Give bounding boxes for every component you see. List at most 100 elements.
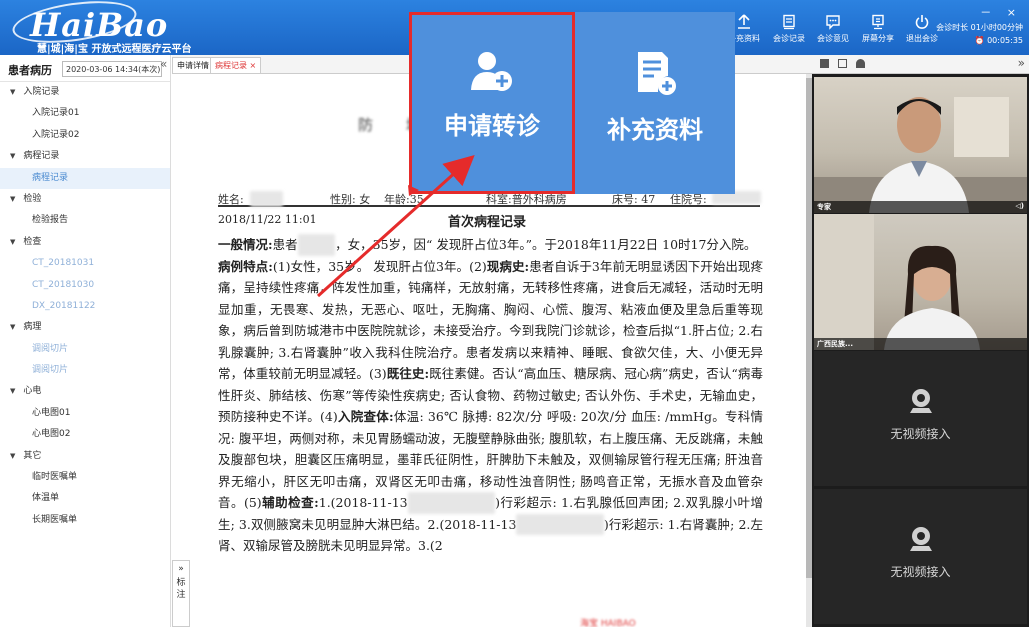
tree-group[interactable]: ▼ 入院记录 [0, 82, 170, 103]
sidebar-title: 患者病历 [8, 64, 52, 77]
record-text: 患者自诉于3年前无明显诱因下开始出现疼痛，呈持续性疼痛，阵发性加重，钝痛样，无放… [218, 258, 763, 382]
panel-expand-button[interactable]: » [1018, 56, 1025, 70]
highlight-box [409, 12, 575, 194]
caret-down-icon: ▼ [10, 451, 16, 460]
tree-group-label: 入院记录 [23, 87, 60, 97]
mute-icon[interactable]: ◁) [1015, 202, 1024, 210]
upload-icon [738, 14, 750, 29]
name-value: 某某某 [250, 191, 283, 207]
tree-group-label: 心电 [23, 386, 42, 397]
tree-item[interactable]: 调阅切片 [0, 360, 170, 381]
toolbar-label: 退出会诊 [906, 34, 938, 43]
caret-down-icon: ▼ [10, 237, 16, 246]
tree-item[interactable]: 病程记录 [0, 167, 170, 189]
toolbar-label: 会诊记录 [773, 34, 805, 43]
tree-group[interactable]: ▼ 其它 [0, 446, 170, 467]
toolbar-label: 屏幕分享 [862, 34, 894, 43]
session-clock: ⏰ 00:05:35 [974, 36, 1023, 45]
tree-item[interactable]: 长期医嘱单 [0, 510, 170, 531]
caret-down-icon: ▼ [10, 152, 16, 161]
tab-apply-detail[interactable]: 申请详情 [172, 57, 214, 73]
layout-grid-icon[interactable] [838, 59, 847, 68]
tree-group-label: 其它 [23, 450, 42, 461]
section-label: 现病史: [486, 258, 530, 274]
sidebar-collapse-button[interactable]: « [160, 57, 167, 71]
tree-item[interactable]: 心电图02 [0, 424, 170, 445]
tree-item[interactable]: CT_20181031 [0, 253, 170, 274]
record-paragraph: 一般情况:患者某某某，女，35岁，因“ 发现肝占位3年。”。于2018年11月2… [218, 234, 763, 256]
video-label: 专家 ◁) [814, 201, 1027, 213]
chat-icon [826, 15, 840, 30]
tree-group-label: 检查 [23, 236, 42, 247]
window-controls[interactable]: － × [980, 4, 1022, 20]
tree-group[interactable]: ▼ 心电 [0, 381, 170, 402]
no-video-label: 无视频接入 [890, 427, 951, 441]
record-title: 首次病程记录 [448, 215, 527, 230]
gender: 性别: 女 [330, 193, 371, 206]
video-label: 广西民族... [814, 338, 1027, 350]
tree-group[interactable]: ▼ 检验 [0, 189, 170, 210]
section-label: 一般情况: [218, 237, 273, 252]
tree-item[interactable]: DX_20181122 [0, 296, 170, 317]
redacted-text: 防城港市中医院 [516, 513, 604, 535]
redacted-text: 防城港市中医院 [407, 492, 496, 514]
redacted-text: 某某某 [297, 234, 336, 256]
record-text: 患者 [272, 237, 298, 252]
annotation-label: 标注 [176, 578, 186, 600]
tree-item[interactable]: 入院记录01 [0, 103, 170, 124]
annotation-expand-icon: » [178, 564, 184, 574]
watermark-logo: 海宝 HAIBAO [580, 619, 636, 627]
empty-video-tile: 无视频接入 [814, 351, 1027, 486]
tree-item[interactable]: 心电图01 [0, 403, 170, 424]
toolbar-label: 会诊意见 [817, 34, 849, 43]
section-label: 辅助检查: [261, 495, 319, 510]
sidebar-header: 患者病历 2020-03-06 14:34(本次) ▾ « [0, 55, 170, 82]
supplement-data-label: 补充资料 [607, 116, 703, 144]
tree-item[interactable]: 调阅切片 [0, 339, 170, 360]
tree-item[interactable]: CT_20181030 [0, 275, 170, 296]
no-video-icon [909, 389, 932, 413]
tree-item[interactable]: 检验报告 [0, 210, 170, 231]
tree-item[interactable]: 入院记录02 [0, 125, 170, 146]
name-label: 姓名: [218, 193, 244, 206]
zoomed-action-callout: 申请转诊 补充资料 [409, 12, 735, 194]
tree-item[interactable]: 体温单 [0, 488, 170, 509]
annotation-toggle[interactable]: » 标注 [172, 560, 190, 627]
tagline: 慧|城|海|宝 开放式远程医疗云平台 [37, 44, 192, 55]
tree-group[interactable]: ▼ 病程记录 [0, 146, 170, 167]
tree-item[interactable]: 临时医嘱单 [0, 467, 170, 488]
record-text: 1.(2018-11-13 [318, 495, 408, 510]
supplement-data-button[interactable]: 补充资料 [575, 12, 735, 194]
tree-group[interactable]: ▼ 病理 [0, 317, 170, 338]
record-date: 2018/11/22 11:01 [218, 213, 317, 226]
video-panel: » 专家 ◁) 广西民族... 无视频接入 无视频接入 [812, 55, 1029, 627]
record-date-select[interactable]: 2020-03-06 14:34(本次) ▾ [62, 61, 162, 77]
section-label: 入院查体: [337, 409, 394, 424]
record-body: 一般情况:患者某某某，女，35岁，因“ 发现肝占位3年。”。于2018年11月2… [218, 234, 763, 557]
section-label: 既往史: [386, 366, 430, 381]
power-icon [915, 15, 929, 29]
video-tile-expert[interactable]: 专家 ◁) [814, 77, 1027, 213]
expert-video-feed [814, 97, 1027, 213]
no-video-icon [909, 527, 932, 551]
tab-progress-record[interactable]: 病程记录 × [210, 57, 262, 73]
add-document-icon [638, 52, 676, 95]
video-tile-hospital[interactable]: 广西民族... [814, 214, 1027, 350]
record-text: (1)女性，35岁。 发现肝占位3年。(2) [272, 258, 487, 274]
record-sidebar: 患者病历 2020-03-06 14:34(本次) ▾ « ▼ 入院记录入院记录0… [0, 55, 171, 627]
record-text: ，女，35岁，因“ 发现肝占位3年。”。于2018年11月22日 10时17分入… [335, 237, 757, 252]
participant-icon[interactable] [856, 59, 865, 68]
caret-down-icon: ▼ [10, 194, 16, 203]
tree-group[interactable]: ▼ 检查 [0, 232, 170, 253]
caret-down-icon: ▼ [10, 323, 16, 332]
hospital-video-feed [814, 214, 980, 350]
empty-video-tile: 无视频接入 [814, 489, 1027, 624]
screen-share-icon [872, 14, 884, 30]
no-video-label: 无视频接入 [890, 565, 951, 579]
session-duration: 会诊时长 01小时00分钟 [936, 23, 1023, 32]
caret-down-icon: ▼ [10, 88, 16, 96]
logo: HaiBao [30, 6, 169, 44]
record-icon [783, 14, 795, 30]
caret-down-icon: ▼ [10, 387, 16, 396]
layout-single-icon[interactable] [820, 59, 829, 68]
